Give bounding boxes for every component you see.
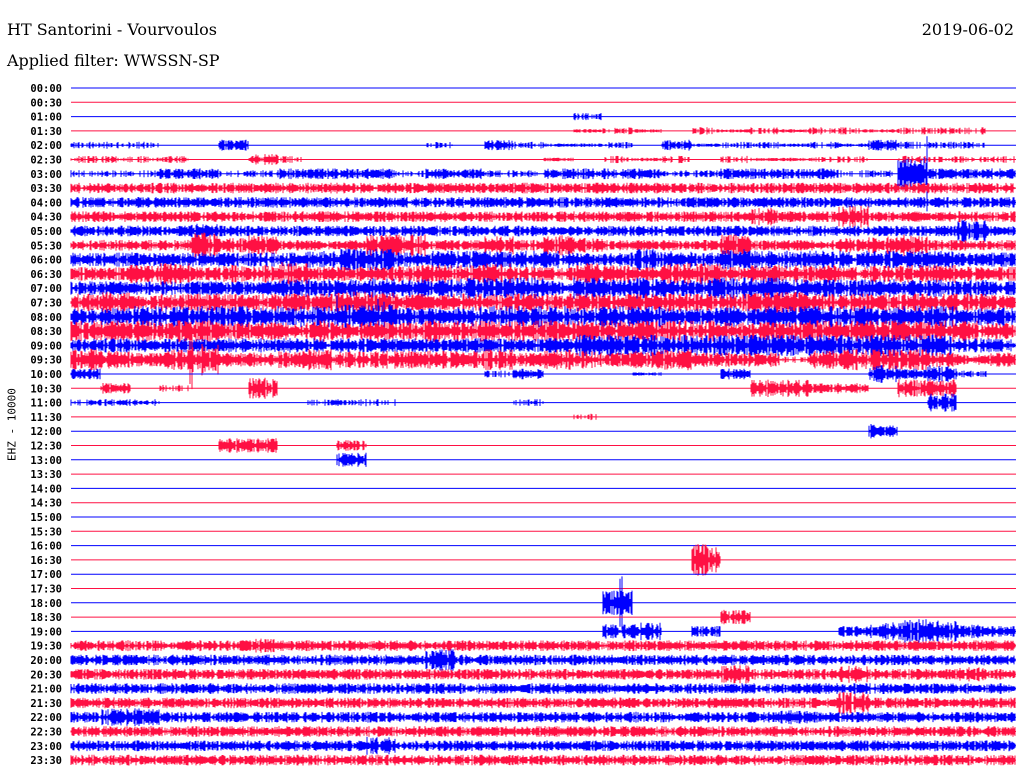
time-label: 05:30: [30, 240, 62, 252]
time-label: 07:00: [30, 283, 62, 295]
time-label: 16:00: [30, 541, 62, 553]
seismic-trace: [70, 638, 1016, 653]
seismic-trace: [70, 182, 1016, 194]
seismic-trace: [573, 413, 598, 421]
time-label: 10:00: [30, 369, 62, 381]
time-label: 10:30: [30, 383, 62, 395]
seismic-trace: [70, 205, 1016, 228]
seismic-trace: [691, 544, 721, 576]
time-label: 09:30: [30, 355, 62, 367]
time-label: 08:00: [30, 312, 62, 324]
seismic-trace: [70, 665, 1016, 684]
time-label: 21:30: [30, 698, 62, 710]
time-label: 23:30: [30, 755, 62, 767]
time-label: 18:30: [30, 612, 62, 624]
time-label: 19:30: [30, 641, 62, 653]
seismic-trace: [720, 609, 751, 625]
time-label: 04:00: [30, 197, 62, 209]
time-label: 12:00: [30, 426, 62, 438]
time-label: 05:00: [30, 226, 62, 238]
time-label: 13:00: [30, 455, 62, 467]
seismic-trace: [336, 452, 367, 467]
seismic-trace: [573, 113, 602, 121]
seismic-trace: [70, 683, 1016, 694]
time-label: 21:00: [30, 684, 62, 696]
time-label: 02:00: [30, 140, 62, 152]
time-label: 01:30: [30, 126, 62, 138]
time-label: 06:30: [30, 269, 62, 281]
time-label: 09:00: [30, 340, 62, 352]
time-label: 08:30: [30, 326, 62, 338]
time-label: 01:00: [30, 112, 62, 124]
time-label: 00:30: [30, 97, 62, 109]
time-label: 07:30: [30, 298, 62, 310]
time-label: 14:00: [30, 483, 62, 495]
time-label: 16:30: [30, 555, 62, 567]
seismic-trace: [868, 424, 898, 439]
time-label: 19:00: [30, 626, 62, 638]
time-label: 17:30: [30, 584, 62, 596]
seismic-trace: [70, 197, 1016, 208]
seismic-trace: [70, 726, 1016, 737]
time-label: 11:00: [30, 398, 62, 410]
time-label: 17:00: [30, 569, 62, 581]
time-label: 03:00: [30, 169, 62, 181]
time-label: 13:30: [30, 469, 62, 481]
time-label: 18:00: [30, 598, 62, 610]
seismic-trace: [70, 754, 1016, 766]
helicorder-plot: 00:00 00:30 01:00 01:30 02:00 02:30 03:00 03:30…: [30, 83, 1016, 767]
seismic-trace: [70, 692, 1016, 714]
time-label: 11:30: [30, 412, 62, 424]
time-label: 03:30: [30, 183, 62, 195]
time-label: 15:30: [30, 526, 62, 538]
time-label: 04:30: [30, 212, 62, 224]
seismic-trace: [70, 649, 1016, 671]
time-label: 20:30: [30, 669, 62, 681]
time-label: 02:30: [30, 155, 62, 167]
time-label: 22:30: [30, 727, 62, 739]
time-label: 12:30: [30, 441, 62, 453]
time-label: 06:00: [30, 255, 62, 267]
seismic-trace: [573, 127, 986, 135]
time-label: 00:00: [30, 83, 62, 95]
time-label: 14:30: [30, 498, 62, 510]
time-label: 15:00: [30, 512, 62, 524]
seismic-trace: [602, 576, 633, 630]
seismic-trace: [70, 708, 1016, 726]
time-label: 20:00: [30, 655, 62, 667]
time-label: 23:00: [30, 741, 62, 753]
seismic-trace: [70, 736, 1016, 755]
time-label: 22:00: [30, 712, 62, 724]
